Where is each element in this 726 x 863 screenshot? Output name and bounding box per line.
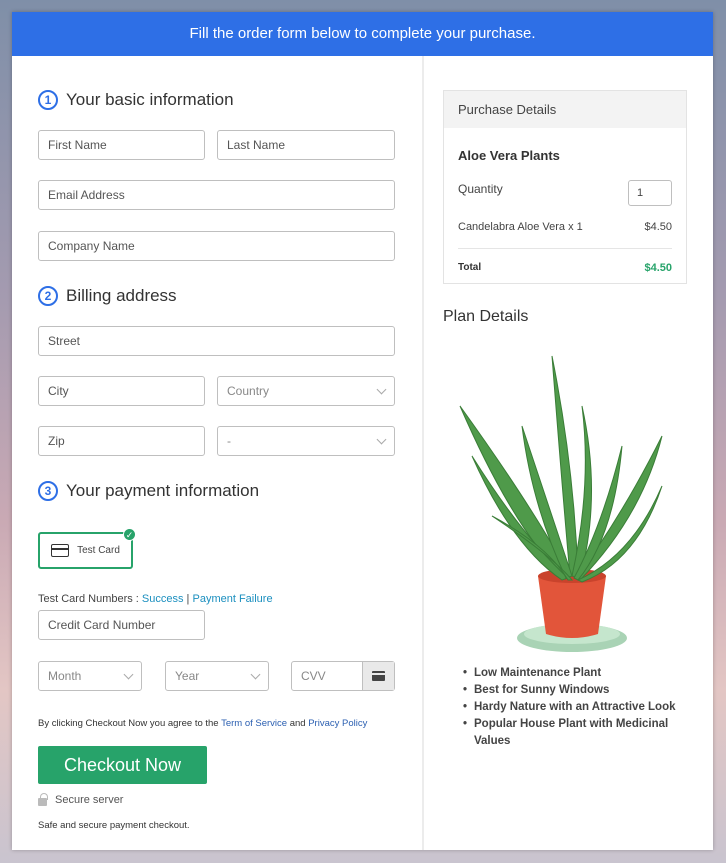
cvv-input[interactable]: CVV bbox=[291, 661, 395, 691]
month-select[interactable]: Month bbox=[38, 661, 142, 691]
order-summary: Purchase Details Aloe Vera Plants Quanti… bbox=[424, 56, 713, 850]
purchase-details-heading: Purchase Details bbox=[444, 91, 686, 128]
line-item: Candelabra Aloe Vera x 1 $4.50 bbox=[458, 221, 672, 233]
last-name-input[interactable]: Last Name bbox=[217, 130, 395, 160]
feature-item: Low Maintenance Plant bbox=[463, 665, 689, 682]
payment-failure-link[interactable]: Payment Failure bbox=[192, 593, 272, 605]
step-2-badge: 2 bbox=[38, 286, 58, 306]
year-select[interactable]: Year bbox=[165, 661, 269, 691]
zip-input[interactable]: Zip bbox=[38, 426, 205, 456]
quantity-label: Quantity bbox=[458, 182, 503, 196]
line-item-price: $4.50 bbox=[644, 221, 672, 233]
checkout-button[interactable]: Checkout Now bbox=[38, 746, 207, 784]
test-card-option[interactable]: Test Card ✓ bbox=[38, 528, 136, 569]
test-card-numbers-label: Test Card Numbers : bbox=[38, 593, 142, 605]
basic-info-title: Your basic information bbox=[66, 90, 234, 109]
payment-title: Your payment information bbox=[66, 481, 260, 500]
state-select[interactable]: - bbox=[217, 426, 395, 456]
purchase-details-box: Purchase Details Aloe Vera Plants Quanti… bbox=[443, 90, 687, 284]
city-input[interactable]: City bbox=[38, 376, 205, 406]
test-card-label: Test Card bbox=[77, 545, 120, 556]
step-3-badge: 3 bbox=[38, 481, 58, 501]
agreement-text: By clicking Checkout Now you agree to th… bbox=[38, 718, 367, 729]
first-name-input[interactable]: First Name bbox=[38, 130, 205, 160]
credit-card-icon bbox=[51, 544, 70, 557]
country-select-value: Country bbox=[227, 384, 270, 398]
chevron-down-icon bbox=[123, 669, 134, 680]
company-input[interactable]: Company Name bbox=[38, 231, 395, 261]
secure-server: Secure server bbox=[38, 793, 124, 806]
feature-item: Best for Sunny Windows bbox=[463, 682, 689, 699]
terms-link[interactable]: Term of Service bbox=[221, 718, 287, 729]
billing-heading: 2 Billing address bbox=[38, 286, 177, 306]
agreement-prefix: By clicking Checkout Now you agree to th… bbox=[38, 718, 222, 729]
order-form-page: Fill the order form below to complete yo… bbox=[12, 12, 713, 850]
line-item-name: Candelabra Aloe Vera x 1 bbox=[458, 221, 583, 233]
header-banner: Fill the order form below to complete yo… bbox=[12, 12, 713, 56]
cvv-card-icon bbox=[362, 662, 394, 690]
email-input[interactable]: Email Address bbox=[38, 180, 395, 210]
billing-title: Billing address bbox=[66, 286, 177, 305]
basic-info-heading: 1 Your basic information bbox=[38, 90, 234, 110]
safe-checkout-note: Safe and secure payment checkout. bbox=[38, 820, 190, 831]
summary-divider bbox=[458, 248, 672, 249]
plan-features-list: Low Maintenance Plant Best for Sunny Win… bbox=[463, 665, 689, 750]
check-icon: ✓ bbox=[123, 528, 136, 541]
quantity-input[interactable]: 1 bbox=[628, 180, 672, 206]
state-select-value: - bbox=[227, 434, 231, 448]
card-number-input[interactable]: Credit Card Number bbox=[38, 610, 205, 640]
order-form: 1 Your basic information First Name Last… bbox=[12, 56, 422, 850]
success-link[interactable]: Success bbox=[142, 593, 184, 605]
agreement-and: and bbox=[287, 718, 309, 729]
total-amount: $4.50 bbox=[644, 262, 672, 274]
step-1-badge: 1 bbox=[38, 90, 58, 110]
cvv-input-value: CVV bbox=[301, 669, 326, 683]
privacy-link[interactable]: Privacy Policy bbox=[308, 718, 367, 729]
test-card-numbers: Test Card Numbers : Success | Payment Fa… bbox=[38, 593, 273, 605]
feature-item: Popular House Plant with Medicinal Value… bbox=[463, 716, 689, 750]
total-row: Total $4.50 bbox=[458, 262, 672, 274]
plan-details-title: Plan Details bbox=[443, 308, 529, 325]
secure-server-label: Secure server bbox=[55, 794, 124, 806]
chevron-down-icon bbox=[376, 434, 387, 445]
chevron-down-icon bbox=[376, 384, 387, 395]
country-select[interactable]: Country bbox=[217, 376, 395, 406]
total-label: Total bbox=[458, 262, 482, 273]
month-select-value: Month bbox=[48, 669, 82, 683]
street-input[interactable]: Street bbox=[38, 326, 395, 356]
lock-icon bbox=[38, 793, 48, 806]
feature-item: Hardy Nature with an Attractive Look bbox=[463, 699, 689, 716]
year-select-value: Year bbox=[175, 669, 200, 683]
chevron-down-icon bbox=[250, 669, 261, 680]
payment-heading: 3 Your payment information bbox=[38, 481, 259, 501]
product-name: Aloe Vera Plants bbox=[458, 148, 560, 163]
aloe-vera-plant-image bbox=[459, 355, 663, 652]
